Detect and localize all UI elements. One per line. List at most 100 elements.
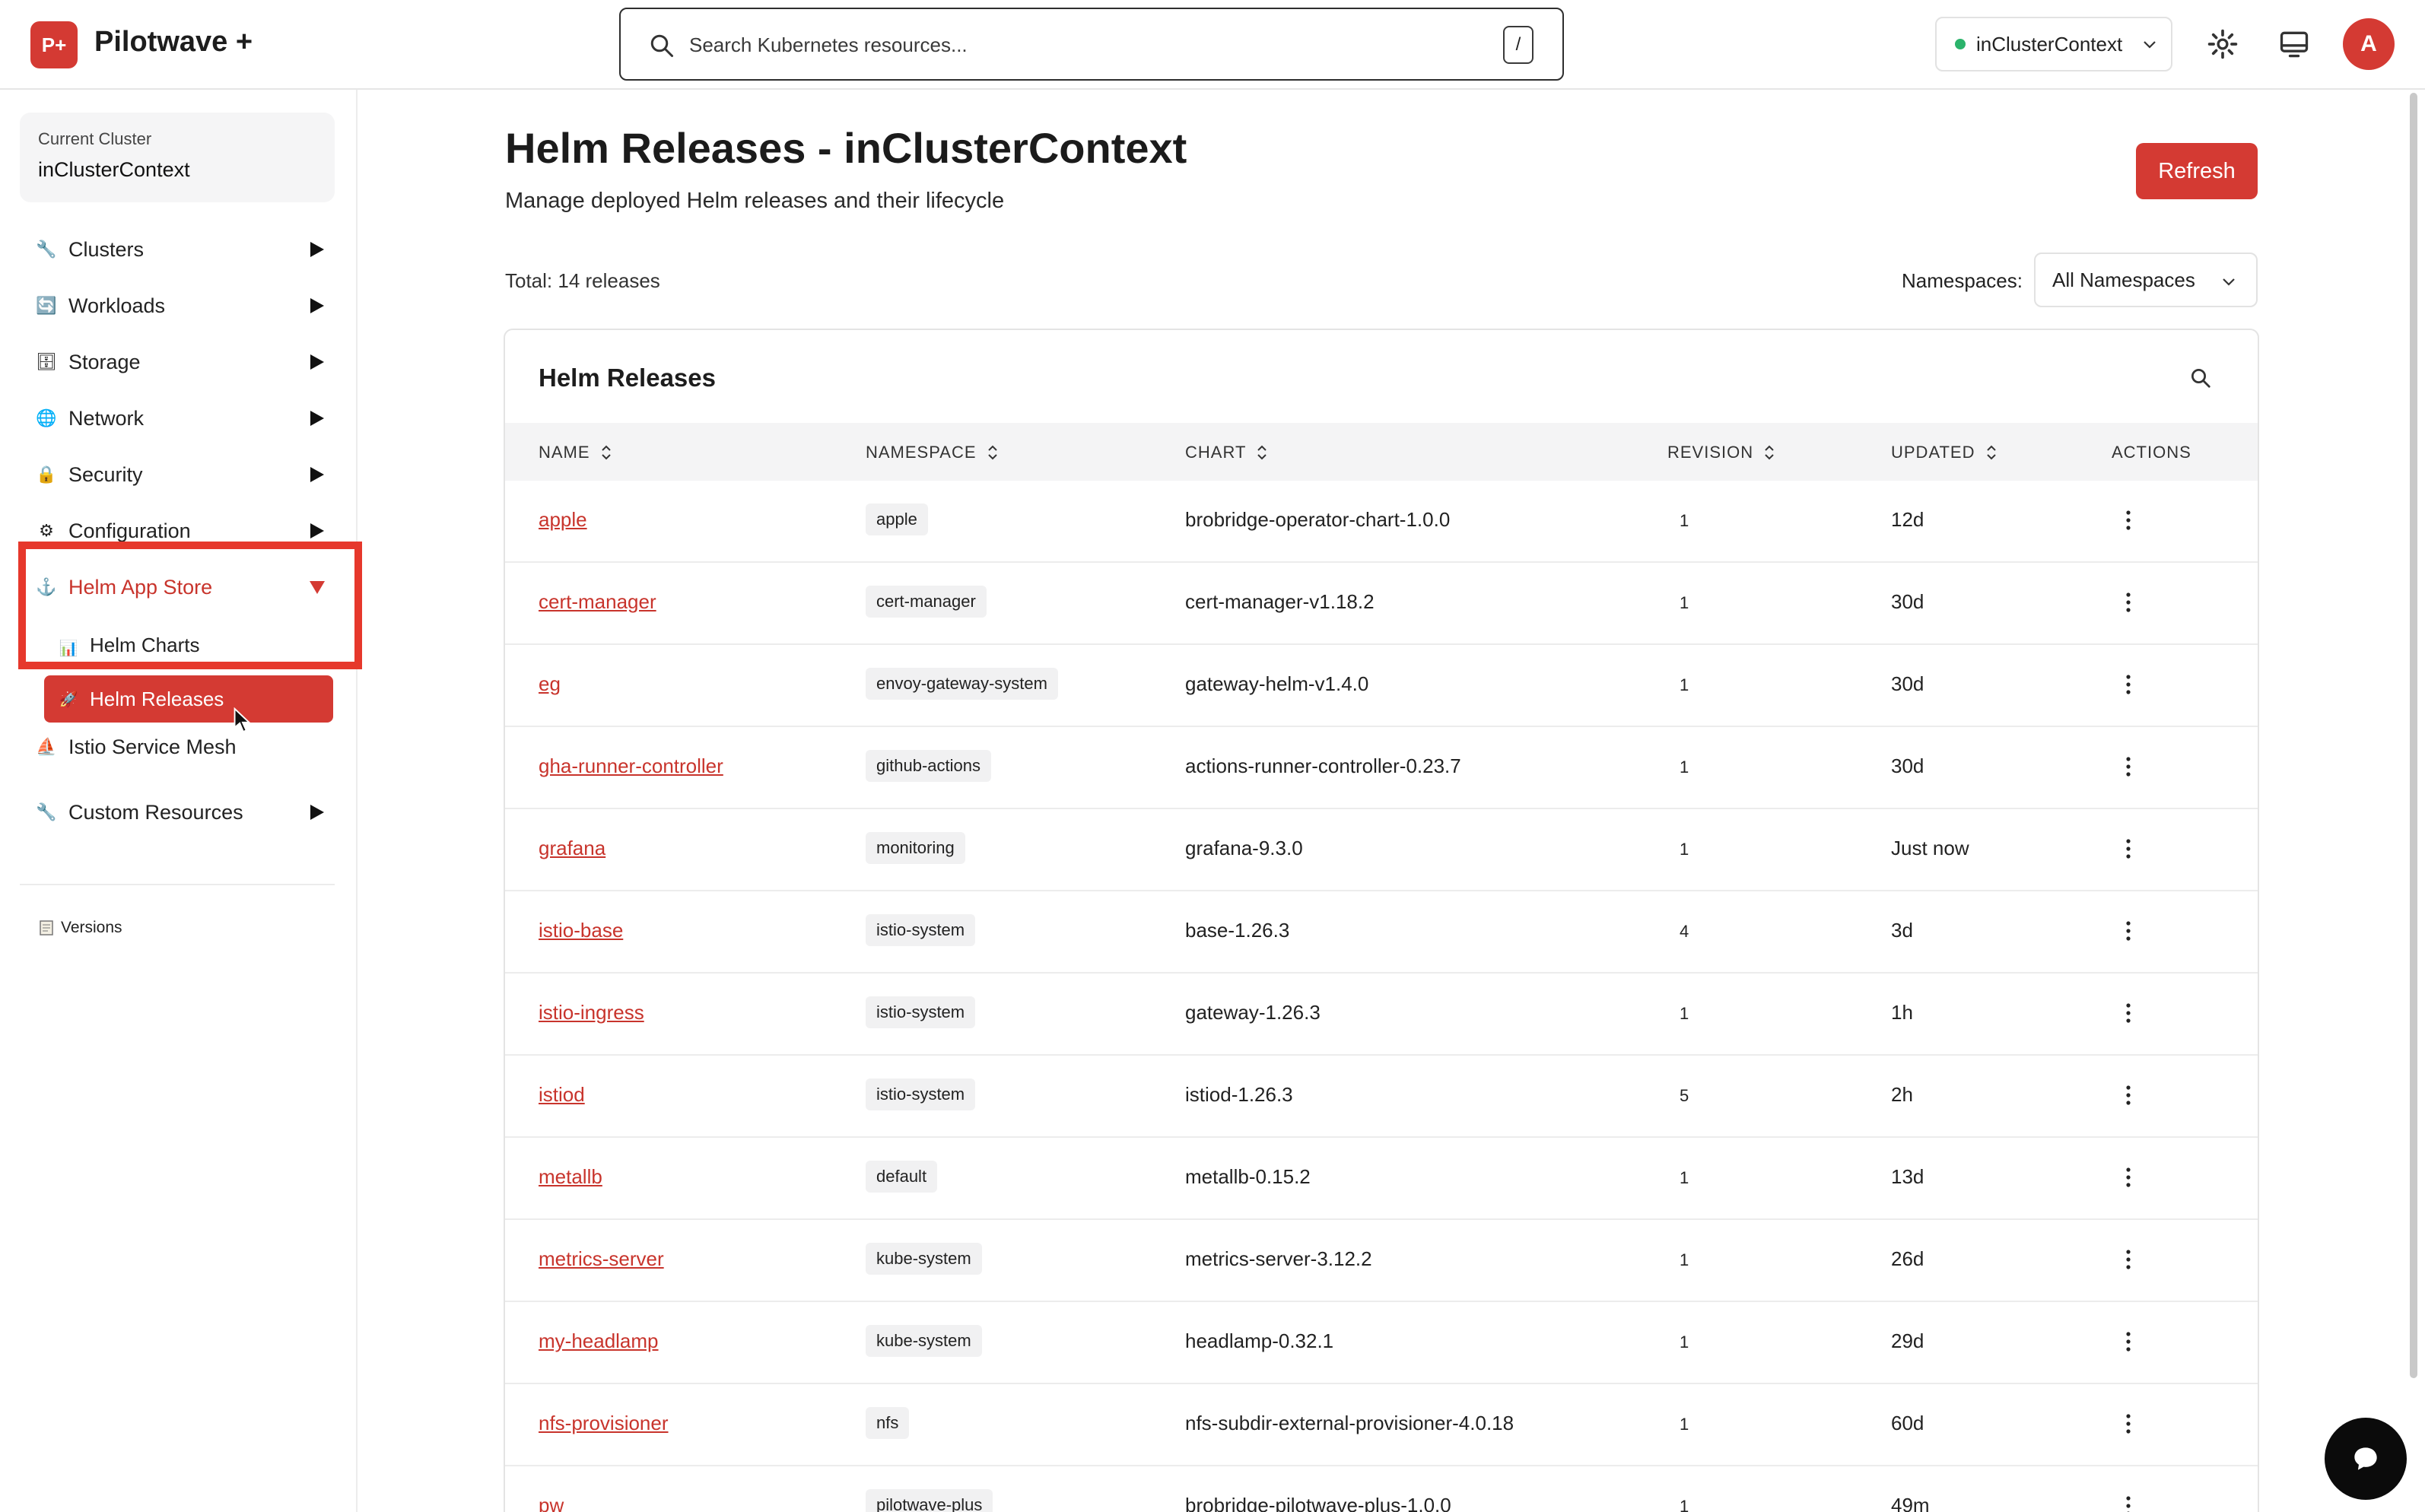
sidebar-item-label: Storage <box>68 350 141 373</box>
expand-arrow-icon <box>310 298 324 313</box>
search-input[interactable] <box>689 23 1435 67</box>
more-actions-icon[interactable] <box>2124 590 2133 615</box>
table-row[interactable]: pw pilotwave-plus brobridge-pilotwave-plus… <box>505 1466 2258 1512</box>
revision-cell: 1 <box>1680 1168 1689 1187</box>
current-cluster-label: Current Cluster <box>38 129 152 148</box>
sidebar-subitem-helm-releases[interactable]: 🚀 Helm Releases <box>44 675 333 723</box>
app-logo[interactable]: P+ <box>30 21 78 68</box>
current-cluster-value: inClusterContext <box>38 158 190 181</box>
more-actions-icon[interactable] <box>2124 754 2133 779</box>
column-header-name[interactable]: NAME <box>539 443 613 462</box>
user-avatar[interactable]: A <box>2343 18 2395 70</box>
sidebar-item-security[interactable]: 🔒 Security <box>36 453 326 496</box>
more-actions-icon[interactable] <box>2124 919 2133 943</box>
column-header-chart[interactable]: CHART <box>1185 443 1269 462</box>
table-row[interactable]: grafana monitoring grafana-9.3.0 1 Just now <box>505 809 2258 891</box>
column-header-label: UPDATED <box>1891 443 1975 462</box>
column-header-label: CHART <box>1185 443 1247 462</box>
refresh-button[interactable]: Refresh <box>2136 143 2258 199</box>
sidebar-subitem-helm-charts[interactable]: 📊 Helm Charts <box>44 619 333 657</box>
release-name-link[interactable]: grafana <box>539 837 605 860</box>
column-header-revision[interactable]: REVISION <box>1667 443 1776 462</box>
sidebar-item-custom-resources[interactable]: 🔧 Custom Resources <box>36 791 326 834</box>
more-actions-icon[interactable] <box>2124 1165 2133 1190</box>
more-actions-icon[interactable] <box>2124 1247 2133 1272</box>
global-search[interactable]: / <box>619 8 1564 81</box>
chart-cell: gateway-helm-v1.4.0 <box>1185 672 1369 695</box>
namespace-filter-select[interactable]: All Namespaces <box>2034 253 2258 307</box>
chart-cell: istiod-1.26.3 <box>1185 1083 1293 1106</box>
collapse-arrow-icon <box>310 581 325 594</box>
mesh-icon: ⛵ <box>37 737 57 756</box>
current-cluster-card: Current Cluster inClusterContext <box>20 113 335 202</box>
workloads-icon: 🔄 <box>36 296 57 315</box>
sidebar-divider <box>20 884 335 885</box>
table-row[interactable]: istio-base istio-system base-1.26.3 4 3d <box>505 891 2258 974</box>
context-selector[interactable]: inClusterContext <box>1935 17 2172 71</box>
more-actions-icon[interactable] <box>2124 837 2133 861</box>
sidebar-item-clusters[interactable]: 🔧 Clusters <box>36 228 326 271</box>
more-actions-icon[interactable] <box>2124 1329 2133 1354</box>
table-row[interactable]: eg envoy-gateway-system gateway-helm-v1.4.… <box>505 645 2258 727</box>
search-icon[interactable] <box>2189 367 2212 389</box>
namespace-filter-value: All Namespaces <box>2052 268 2195 291</box>
more-actions-icon[interactable] <box>2124 1001 2133 1025</box>
sidebar-subitem-label: Helm Releases <box>90 687 224 710</box>
sidebar-item-network[interactable]: 🌐 Network <box>36 397 326 440</box>
sidebar-item-istio-service-mesh[interactable]: ⛵ Istio Service Mesh <box>37 732 326 762</box>
sidebar-item-workloads[interactable]: 🔄 Workloads <box>36 284 326 327</box>
expand-arrow-icon <box>310 467 324 482</box>
table-row[interactable]: istio-ingress istio-system gateway-1.26.3 1… <box>505 974 2258 1056</box>
updated-cell: Just now <box>1891 837 1969 859</box>
search-shortcut-hint: / <box>1503 26 1534 64</box>
updated-cell: 3d <box>1891 919 1913 942</box>
table-row[interactable]: istiod istio-system istiod-1.26.3 5 2h <box>505 1056 2258 1138</box>
chat-button[interactable] <box>2325 1418 2407 1500</box>
table-row[interactable]: metrics-server kube-system metrics-server-… <box>505 1220 2258 1302</box>
column-header-updated[interactable]: UPDATED <box>1891 443 1998 462</box>
revision-cell: 1 <box>1680 1415 1689 1434</box>
sidebar-item-label: Istio Service Mesh <box>68 735 237 758</box>
chart-cell: metrics-server-3.12.2 <box>1185 1247 1372 1270</box>
table-row[interactable]: my-headlamp kube-system headlamp-0.32.1 1 29… <box>505 1302 2258 1384</box>
sidebar-item-storage[interactable]: 🗄 Storage <box>36 341 326 383</box>
release-name-link[interactable]: my-headlamp <box>539 1329 659 1353</box>
table-row[interactable]: apple apple brobridge-operator-chart-1.0.0… <box>505 481 2258 563</box>
sidebar-item-versions[interactable]: Versions <box>38 919 122 937</box>
release-name-link[interactable]: pw <box>539 1494 564 1512</box>
table-row[interactable]: metallb default metallb-0.15.2 1 13d <box>505 1138 2258 1220</box>
mouse-cursor-icon <box>234 707 251 733</box>
chevron-down-icon <box>2223 278 2235 286</box>
more-actions-icon[interactable] <box>2124 1083 2133 1107</box>
page-subtitle: Manage deployed Helm releases and their … <box>505 189 1005 213</box>
release-name-link[interactable]: metallb <box>539 1165 602 1189</box>
more-actions-icon[interactable] <box>2124 672 2133 697</box>
sidebar-item-configuration[interactable]: ⚙ Configuration <box>37 510 326 552</box>
table-row[interactable]: cert-manager cert-manager cert-manager-v1.… <box>505 563 2258 645</box>
chart-cell: brobridge-operator-chart-1.0.0 <box>1185 508 1451 531</box>
release-name-link[interactable]: metrics-server <box>539 1247 664 1271</box>
table-row[interactable]: nfs-provisioner nfs nfs-subdir-external-pr… <box>505 1384 2258 1466</box>
chart-cell: metallb-0.15.2 <box>1185 1165 1311 1188</box>
release-name-link[interactable]: istio-ingress <box>539 1001 644 1024</box>
sidebar-item-helm-app-store[interactable]: ⚓ Helm App Store <box>36 566 326 608</box>
namespace-badge: monitoring <box>866 832 965 864</box>
release-name-link[interactable]: apple <box>539 508 587 532</box>
expand-arrow-icon <box>310 805 324 820</box>
revision-cell: 1 <box>1680 675 1689 694</box>
release-name-link[interactable]: gha-runner-controller <box>539 754 723 778</box>
more-actions-icon[interactable] <box>2124 1412 2133 1436</box>
more-actions-icon[interactable] <box>2124 1494 2133 1512</box>
release-name-link[interactable]: cert-manager <box>539 590 656 614</box>
release-name-link[interactable]: nfs-provisioner <box>539 1412 669 1435</box>
column-header-namespace[interactable]: NAMESPACE <box>866 443 1000 462</box>
namespace-badge: pilotwave-plus <box>866 1489 993 1512</box>
release-name-link[interactable]: eg <box>539 672 561 696</box>
table-row[interactable]: gha-runner-controller github-actions actio… <box>505 727 2258 809</box>
release-name-link[interactable]: istio-base <box>539 919 623 942</box>
settings-gear-icon[interactable] <box>2206 27 2239 61</box>
monitor-icon[interactable] <box>2277 27 2311 61</box>
page-scrollbar[interactable] <box>2410 93 2417 1378</box>
more-actions-icon[interactable] <box>2124 508 2133 532</box>
release-name-link[interactable]: istiod <box>539 1083 585 1107</box>
